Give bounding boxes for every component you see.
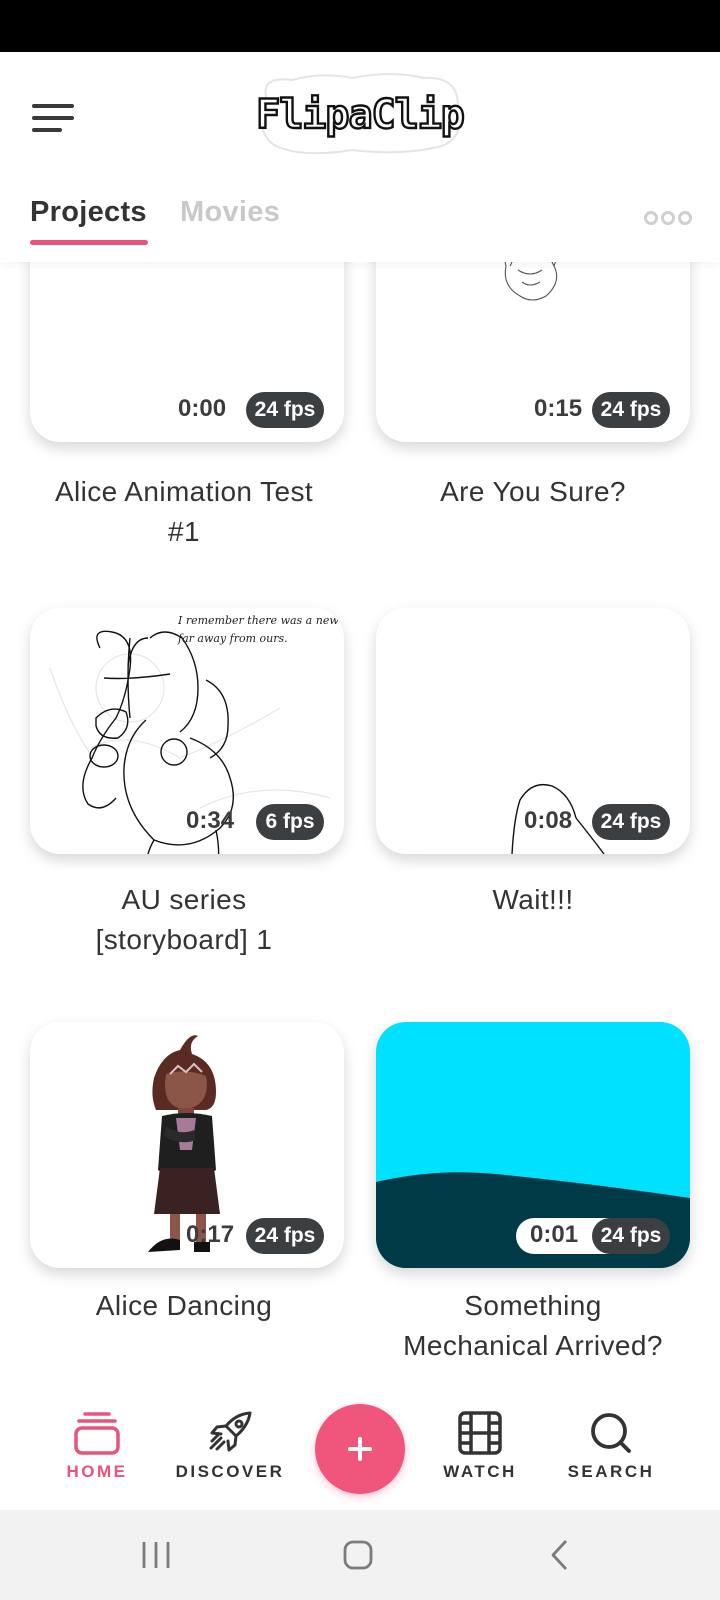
svg-text:FlipaClip: FlipaClip [256, 92, 464, 138]
project-duration: 0:15 [534, 395, 583, 422]
nav-watch[interactable]: WATCH [420, 1410, 540, 1482]
project-title[interactable]: Are You Sure? [363, 472, 703, 512]
hamburger-menu-button[interactable] [30, 102, 76, 136]
tab-movies[interactable]: Movies [180, 196, 280, 229]
project-card[interactable]: 0:00 24 fps [30, 262, 344, 442]
project-duration: 0:01 [530, 1221, 579, 1248]
project-card[interactable]: 0:01 24 fps [376, 1022, 690, 1268]
fps-badge: 24 fps [246, 392, 324, 428]
back-icon[interactable] [548, 1538, 572, 1572]
fps-badge: 24 fps [592, 804, 670, 840]
nav-discover[interactable]: DISCOVER [170, 1410, 290, 1482]
nav-discover-label: DISCOVER [175, 1462, 285, 1481]
flipaclip-logo: FlipaClip [255, 73, 466, 155]
project-title[interactable]: Something Mechanical Arrived? [363, 1286, 703, 1366]
project-title[interactable]: Wait!!! [363, 880, 703, 920]
project-card[interactable]: 0:15 24 fps [376, 262, 690, 442]
fps-badge: 24 fps [592, 392, 670, 428]
project-duration: 0:17 [186, 1221, 235, 1248]
create-project-button[interactable] [315, 1404, 405, 1494]
nav-home[interactable]: HOME [37, 1410, 157, 1482]
project-card[interactable]: 0:08 24 fps [376, 608, 690, 854]
project-duration: 0:00 [178, 395, 227, 422]
nav-search[interactable]: SEARCH [551, 1410, 671, 1482]
bottom-navigation: HOME DISCOVER WATCH SEARCH [0, 1392, 720, 1510]
nav-watch-label: WATCH [443, 1462, 517, 1481]
app-header: FlipaClip [0, 52, 720, 182]
more-options-icon [644, 211, 658, 225]
project-grid[interactable]: 0:00 24 fps Alice Animation Test #1 0:15 … [0, 262, 720, 1392]
home-button-icon[interactable] [342, 1538, 374, 1572]
project-title[interactable]: AU series [storyboard] 1 [14, 880, 354, 960]
project-title[interactable]: Alice Dancing [14, 1286, 354, 1326]
svg-text:I remember there was a new wu.: I remember there was a new wu.. [177, 614, 344, 627]
search-icon [591, 1413, 631, 1453]
active-tab-indicator [30, 240, 148, 245]
project-card[interactable]: I remember there was a new wu.. far away… [30, 608, 344, 854]
system-navigation-bar [0, 1510, 720, 1600]
svg-text:far away from ours.: far away from ours. [177, 632, 288, 645]
tab-projects[interactable]: Projects [30, 196, 147, 229]
project-card[interactable]: 0:17 24 fps [30, 1022, 344, 1268]
film-icon [458, 1411, 502, 1455]
fps-badge: 6 fps [256, 804, 324, 840]
nav-home-label: HOME [66, 1462, 128, 1481]
rocket-icon [209, 1411, 252, 1452]
more-options-button[interactable] [644, 208, 692, 228]
fps-badge: 24 fps [246, 1218, 324, 1254]
recent-apps-icon[interactable] [140, 1538, 172, 1572]
project-duration: 0:34 [186, 807, 235, 834]
hamburger-icon [32, 104, 74, 108]
project-duration: 0:08 [524, 807, 573, 834]
project-title[interactable]: Alice Animation Test #1 [14, 472, 354, 552]
tab-bar: Projects Movies [0, 182, 720, 262]
layers-icon [74, 1412, 120, 1455]
fps-badge: 24 fps [592, 1218, 670, 1254]
status-bar [0, 0, 720, 52]
nav-search-label: SEARCH [567, 1462, 655, 1481]
